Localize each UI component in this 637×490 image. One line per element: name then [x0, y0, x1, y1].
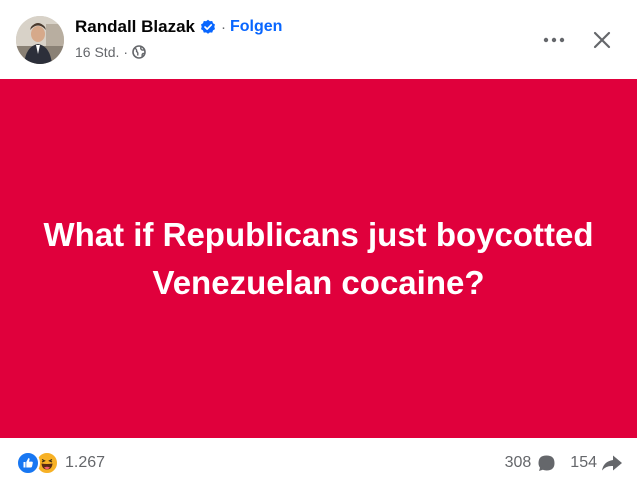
- post-text-card[interactable]: What if Republicans just boycotted Venez…: [0, 79, 637, 438]
- reaction-count: 1.267: [65, 454, 106, 471]
- post-meta: 16 Std. ·: [75, 43, 146, 61]
- more-options-button[interactable]: [536, 26, 572, 54]
- comment-icon[interactable]: [537, 454, 556, 473]
- author-avatar[interactable]: [16, 16, 64, 64]
- author-name[interactable]: Randall Blazak: [75, 17, 195, 37]
- post-timestamp[interactable]: 16 Std.: [75, 44, 119, 60]
- post-header: Randall Blazak · Folgen 16 Std. ·: [0, 0, 637, 79]
- post-text: What if Republicans just boycotted Venez…: [43, 215, 594, 301]
- globe-icon[interactable]: [132, 45, 146, 59]
- close-icon: [593, 31, 611, 49]
- follow-button[interactable]: Folgen: [230, 18, 282, 36]
- verified-badge-icon: [200, 19, 216, 35]
- reactions-summary[interactable]: 1.267: [16, 451, 106, 475]
- author-line: Randall Blazak · Folgen: [75, 16, 282, 38]
- share-icon[interactable]: [601, 454, 623, 472]
- close-button[interactable]: [584, 22, 620, 58]
- separator-dot: ·: [123, 44, 129, 60]
- avatar-image: [16, 16, 64, 64]
- post-footer: 1.267 308 154: [0, 438, 637, 490]
- comment-count[interactable]: 308: [505, 454, 532, 472]
- like-icon: [16, 451, 40, 475]
- separator-dot: ·: [221, 18, 226, 36]
- more-options-icon: [543, 37, 565, 43]
- engagement-stats: 308 154: [505, 452, 623, 474]
- share-count[interactable]: 154: [570, 454, 597, 472]
